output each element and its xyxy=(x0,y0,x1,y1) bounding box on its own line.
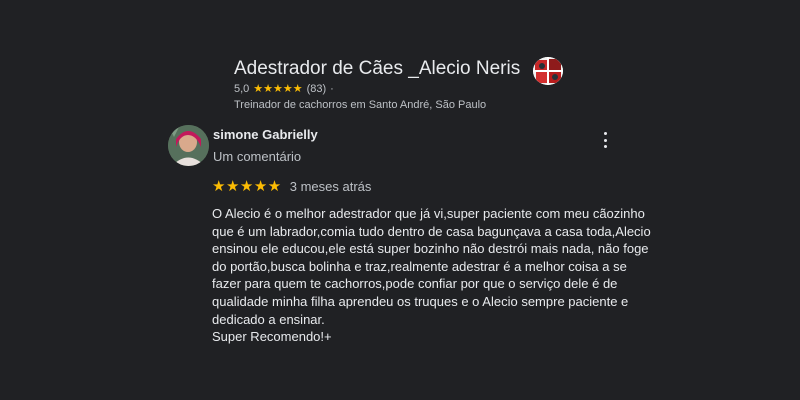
more-vert-icon[interactable] xyxy=(598,131,612,149)
reviewer-avatar-image xyxy=(168,125,209,166)
business-review-count[interactable]: (83) xyxy=(307,83,327,95)
business-stars-icon: ★★★★★ xyxy=(253,83,303,95)
business-rating-row: 5,0 ★★★★★ (83) · xyxy=(234,82,334,96)
review-stars-icon: ★★★★★ xyxy=(212,178,282,195)
menu-dot xyxy=(603,132,607,135)
reviewer-avatar[interactable] xyxy=(168,125,209,166)
business-avatar-image xyxy=(533,57,563,85)
reviewer-review-count: Um comentário xyxy=(213,149,302,164)
review-date: 3 meses atrás xyxy=(289,178,372,194)
review-text: O Alecio é o melhor adestrador que já vi… xyxy=(212,206,651,345)
menu-dot xyxy=(603,138,607,142)
reviewer-name[interactable]: simone Gabrielly xyxy=(213,127,318,142)
menu-dot xyxy=(603,145,607,148)
review-rating-row: ★★★★★ 3 meses atrás xyxy=(212,177,371,195)
business-category-location: Treinador de cachorros em Santo André, S… xyxy=(234,99,487,111)
business-avatar-icon[interactable] xyxy=(533,57,563,85)
business-title[interactable]: Adestrador de Cães _Alecio Neris xyxy=(234,58,520,80)
business-rating-value: 5,0 xyxy=(234,82,250,95)
separator-dot: · xyxy=(330,82,334,95)
